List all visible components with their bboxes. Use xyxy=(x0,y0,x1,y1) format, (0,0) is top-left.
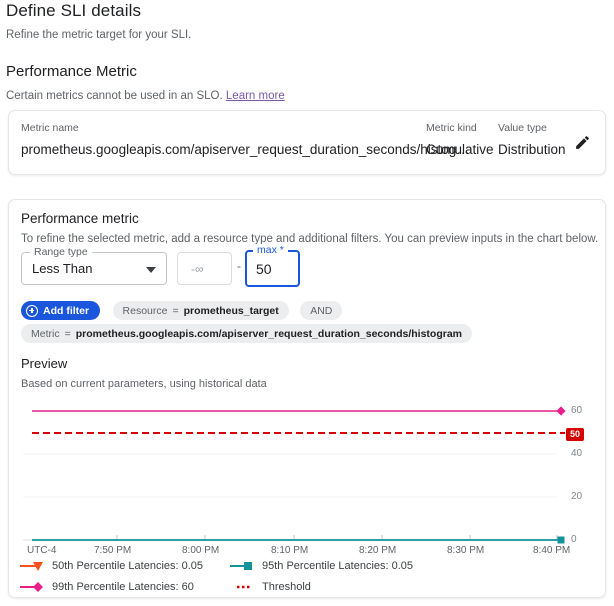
preview-chart: 60 40 20 0 50 UTC-4 7:50 PM 8:00 PM 8:10… xyxy=(9,392,605,547)
legend-item-p50[interactable]: 50th Percentile Latencies: 0.05 xyxy=(20,560,203,572)
series-marker-p99-diamond xyxy=(556,406,565,415)
filter-chip-resource[interactable]: Resource = prometheus_target xyxy=(113,301,289,320)
learn-more-link[interactable]: Learn more xyxy=(226,90,285,102)
xlabel-timezone: UTC-4 xyxy=(27,545,56,556)
ylabel-0: 0 xyxy=(571,534,577,545)
preview-title: Preview xyxy=(21,356,67,371)
range-type-legend: Range type xyxy=(30,246,92,258)
min-input[interactable]: -∞ xyxy=(177,252,232,285)
max-input-value: 50 xyxy=(256,261,272,277)
filter-chip-row-2: Metric = prometheus.googleapis.com/apise… xyxy=(21,324,479,343)
add-filter-label: Add filter xyxy=(43,305,89,317)
ylabel-40: 40 xyxy=(571,448,582,459)
edit-metric-button[interactable] xyxy=(567,127,597,157)
threshold-badge: 50 xyxy=(566,428,584,441)
pencil-icon xyxy=(574,134,591,151)
metric-kind-label: Metric kind xyxy=(426,122,477,134)
min-input-placeholder: -∞ xyxy=(191,262,204,276)
filter-chip-metric[interactable]: Metric = prometheus.googleapis.com/apise… xyxy=(21,324,472,343)
perf-card-description: To refine the selected metric, add a res… xyxy=(21,233,598,245)
legend-item-p95[interactable]: 95th Percentile Latencies: 0.05 xyxy=(230,560,413,572)
filter-chip-row-1: Add filter Resource = prometheus_target … xyxy=(21,301,349,320)
ylabel-20: 20 xyxy=(571,491,582,502)
xlabel-4: 8:30 PM xyxy=(447,545,484,556)
metric-name-value: prometheus.googleapis.com/apiserver_requ… xyxy=(21,142,470,157)
chevron-down-icon xyxy=(146,267,156,273)
legend-item-p99[interactable]: 99th Percentile Latencies: 60 xyxy=(20,581,194,593)
plus-circle-icon xyxy=(26,305,38,317)
legend-label-threshold: Threshold xyxy=(262,581,311,593)
filter-chip-and[interactable]: AND xyxy=(300,301,342,320)
filter-chip-value: prometheus.googleapis.com/apiserver_requ… xyxy=(76,328,462,340)
legend-label-p99: 99th Percentile Latencies: 60 xyxy=(52,581,194,593)
legend-marker-diamond-icon xyxy=(20,581,46,593)
range-type-select[interactable]: Range type Less Than xyxy=(21,252,167,285)
xlabel-5: 8:40 PM xyxy=(533,545,570,556)
performance-metric-card: Performance metric To refine the selecte… xyxy=(8,199,606,598)
legend-label-p95: 95th Percentile Latencies: 0.05 xyxy=(262,560,413,572)
ylabel-60: 60 xyxy=(571,405,582,416)
xlabel-0: 7:50 PM xyxy=(94,545,131,556)
filter-chip-key: Resource xyxy=(123,305,168,317)
value-type-label: Value type xyxy=(498,122,547,134)
xlabel-2: 8:10 PM xyxy=(271,545,308,556)
range-separator: - xyxy=(237,259,241,273)
page-subtitle: Refine the metric target for your SLI. xyxy=(6,29,191,41)
legend-marker-dotted-icon xyxy=(230,581,256,593)
legend-marker-square-icon xyxy=(230,560,256,572)
chart-svg xyxy=(9,392,605,547)
max-input-legend: max * xyxy=(253,244,288,256)
max-input[interactable]: max * 50 xyxy=(245,250,300,287)
legend-item-threshold[interactable]: Threshold xyxy=(230,581,311,593)
value-type-value: Distribution xyxy=(498,142,566,157)
range-type-value: Less Than xyxy=(32,261,92,276)
section-note-text: Certain metrics cannot be used in an SLO… xyxy=(6,90,223,102)
xlabel-3: 8:20 PM xyxy=(359,545,396,556)
xlabel-1: 8:00 PM xyxy=(182,545,219,556)
perf-card-title: Performance metric xyxy=(21,211,139,226)
legend-label-p50: 50th Percentile Latencies: 0.05 xyxy=(52,560,203,572)
section-title-performance-metric: Performance Metric xyxy=(6,63,137,80)
series-marker-p95-square xyxy=(558,537,565,544)
page-title: Define SLI details xyxy=(6,1,141,21)
filter-chip-value: prometheus_target xyxy=(184,305,279,317)
filter-chip-op: = xyxy=(65,328,71,340)
metric-name-label: Metric name xyxy=(21,122,79,134)
section-note: Certain metrics cannot be used in an SLO… xyxy=(6,90,285,102)
preview-subtitle: Based on current parameters, using histo… xyxy=(21,378,267,390)
filter-chip-op: = xyxy=(173,305,179,317)
metric-summary-card: Metric name prometheus.googleapis.com/ap… xyxy=(8,110,606,175)
legend-marker-triangle-down-icon xyxy=(20,560,46,572)
add-filter-button[interactable]: Add filter xyxy=(21,301,100,320)
filter-chip-key: Metric xyxy=(31,328,60,340)
define-sli-details-page: Define SLI details Refine the metric tar… xyxy=(0,0,614,606)
metric-kind-value: Cumulative xyxy=(426,142,494,157)
filter-chip-key: AND xyxy=(310,305,332,317)
